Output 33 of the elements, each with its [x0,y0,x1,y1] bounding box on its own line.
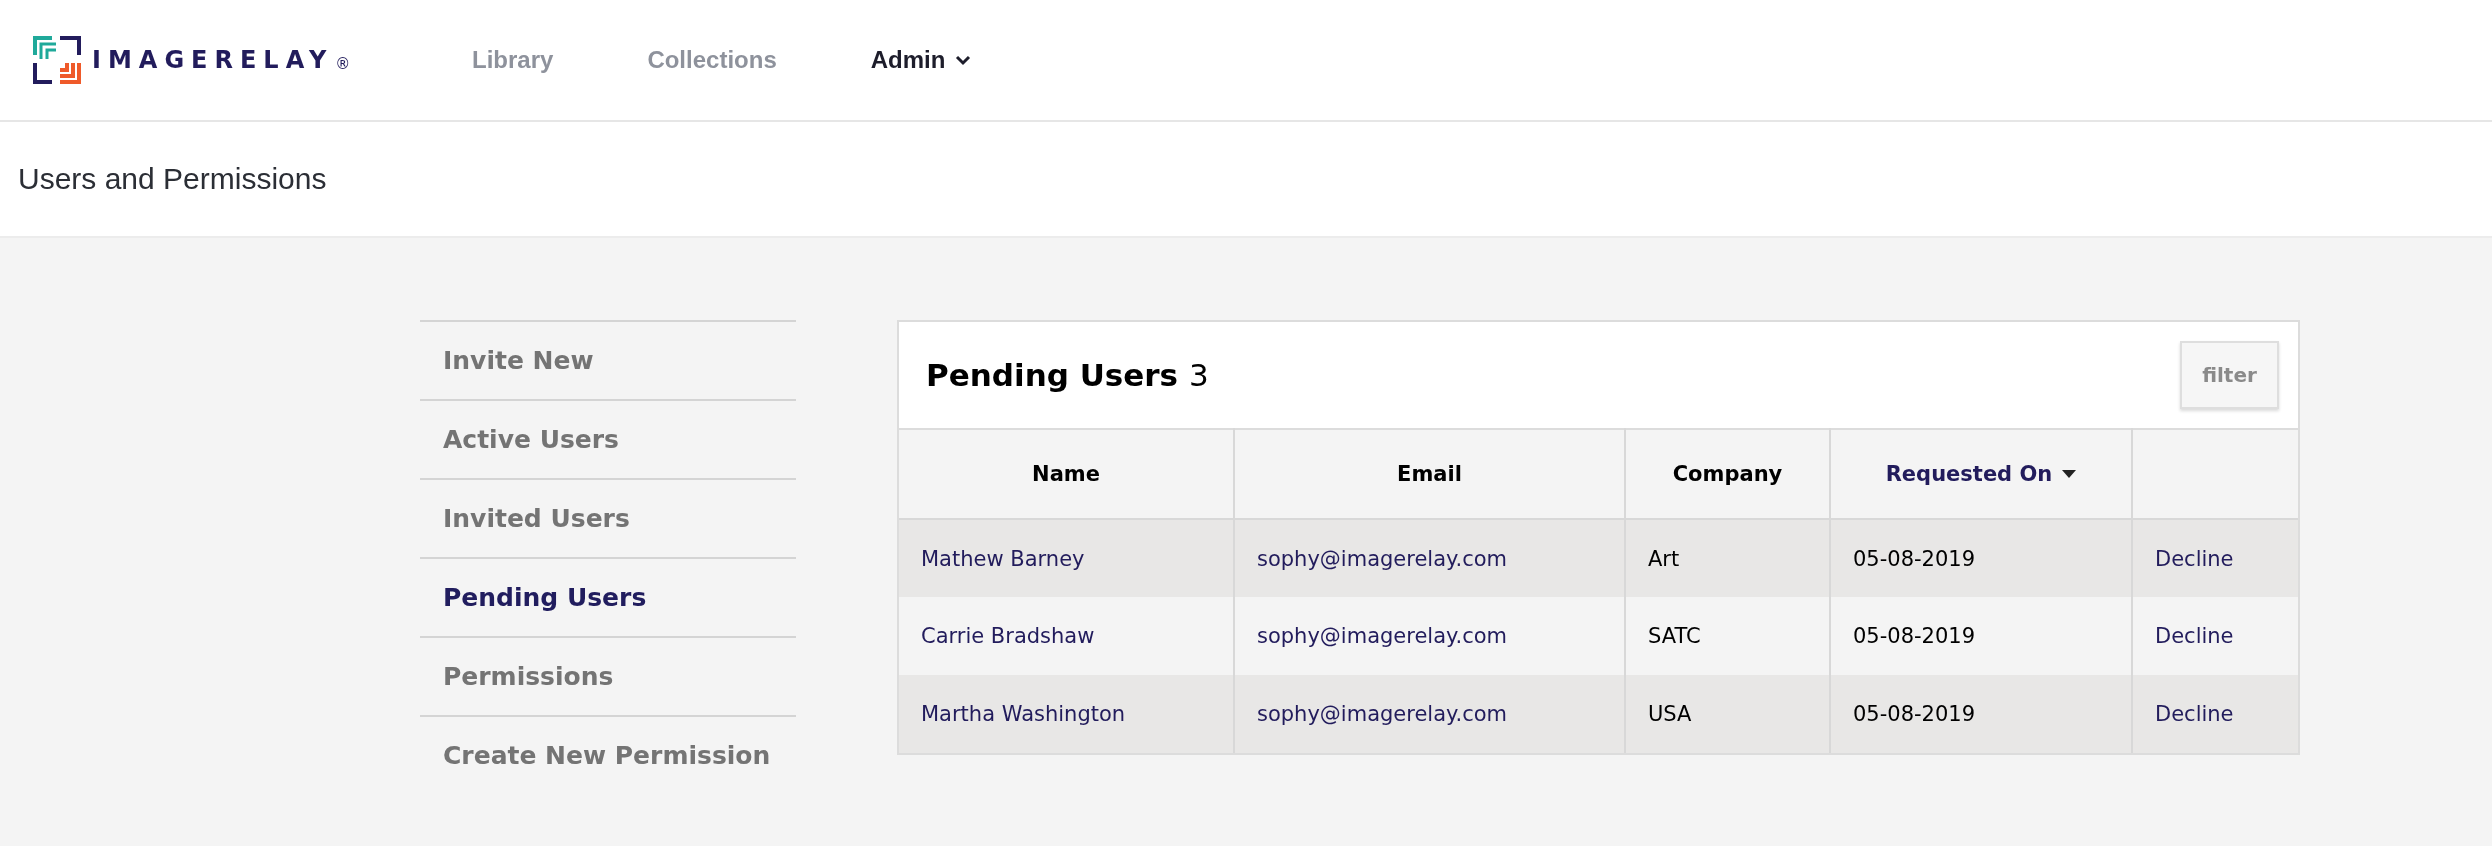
decline-link[interactable]: Decline [2155,624,2234,648]
sidebar-item[interactable]: Pending Users [420,557,796,636]
company-text: USA [1648,702,1692,726]
company-text: SATC [1648,624,1701,648]
date-text: 05-08-2019 [1853,624,1976,648]
column-header[interactable]: Email [1234,429,1625,519]
column-header[interactable] [2132,429,2298,519]
company-text: Art [1648,546,1680,571]
sidebar-item[interactable]: Invited Users [420,478,796,557]
column-header[interactable]: Name [899,429,1234,519]
date-text: 05-08-2019 [1853,702,1976,726]
logo-icon [32,35,82,85]
page-title: Users and Permissions [18,162,327,196]
decline-link[interactable]: Decline [2155,546,2234,571]
sidebar-item[interactable]: Invite New [420,320,796,399]
column-header[interactable]: Requested On [1830,429,2132,519]
decline-link[interactable]: Decline [2155,702,2234,726]
date-text: 05-08-2019 [1853,546,1976,571]
panel-title: Pending Users 3 [926,357,1209,393]
sidebar-item[interactable]: Permissions [420,636,796,715]
user-name-link[interactable]: Mathew Barney [921,546,1085,571]
user-name-link[interactable]: Martha Washington [921,702,1126,726]
sidebar-item[interactable]: Create New Permission [420,715,796,794]
email-link[interactable]: sophy@imagerelay.com [1257,546,1508,571]
registered-mark: ® [335,55,351,73]
brand-name: IMAGERELAY [92,46,334,74]
column-header[interactable]: Company [1625,429,1830,519]
sidebar-item[interactable]: Active Users [420,399,796,478]
sort-caret-icon [2062,470,2077,478]
email-link[interactable]: sophy@imagerelay.com [1257,624,1508,648]
user-name-link[interactable]: Carrie Bradshaw [921,624,1095,648]
nav-link[interactable]: Admin [870,46,972,74]
email-link[interactable]: sophy@imagerelay.com [1257,702,1508,726]
